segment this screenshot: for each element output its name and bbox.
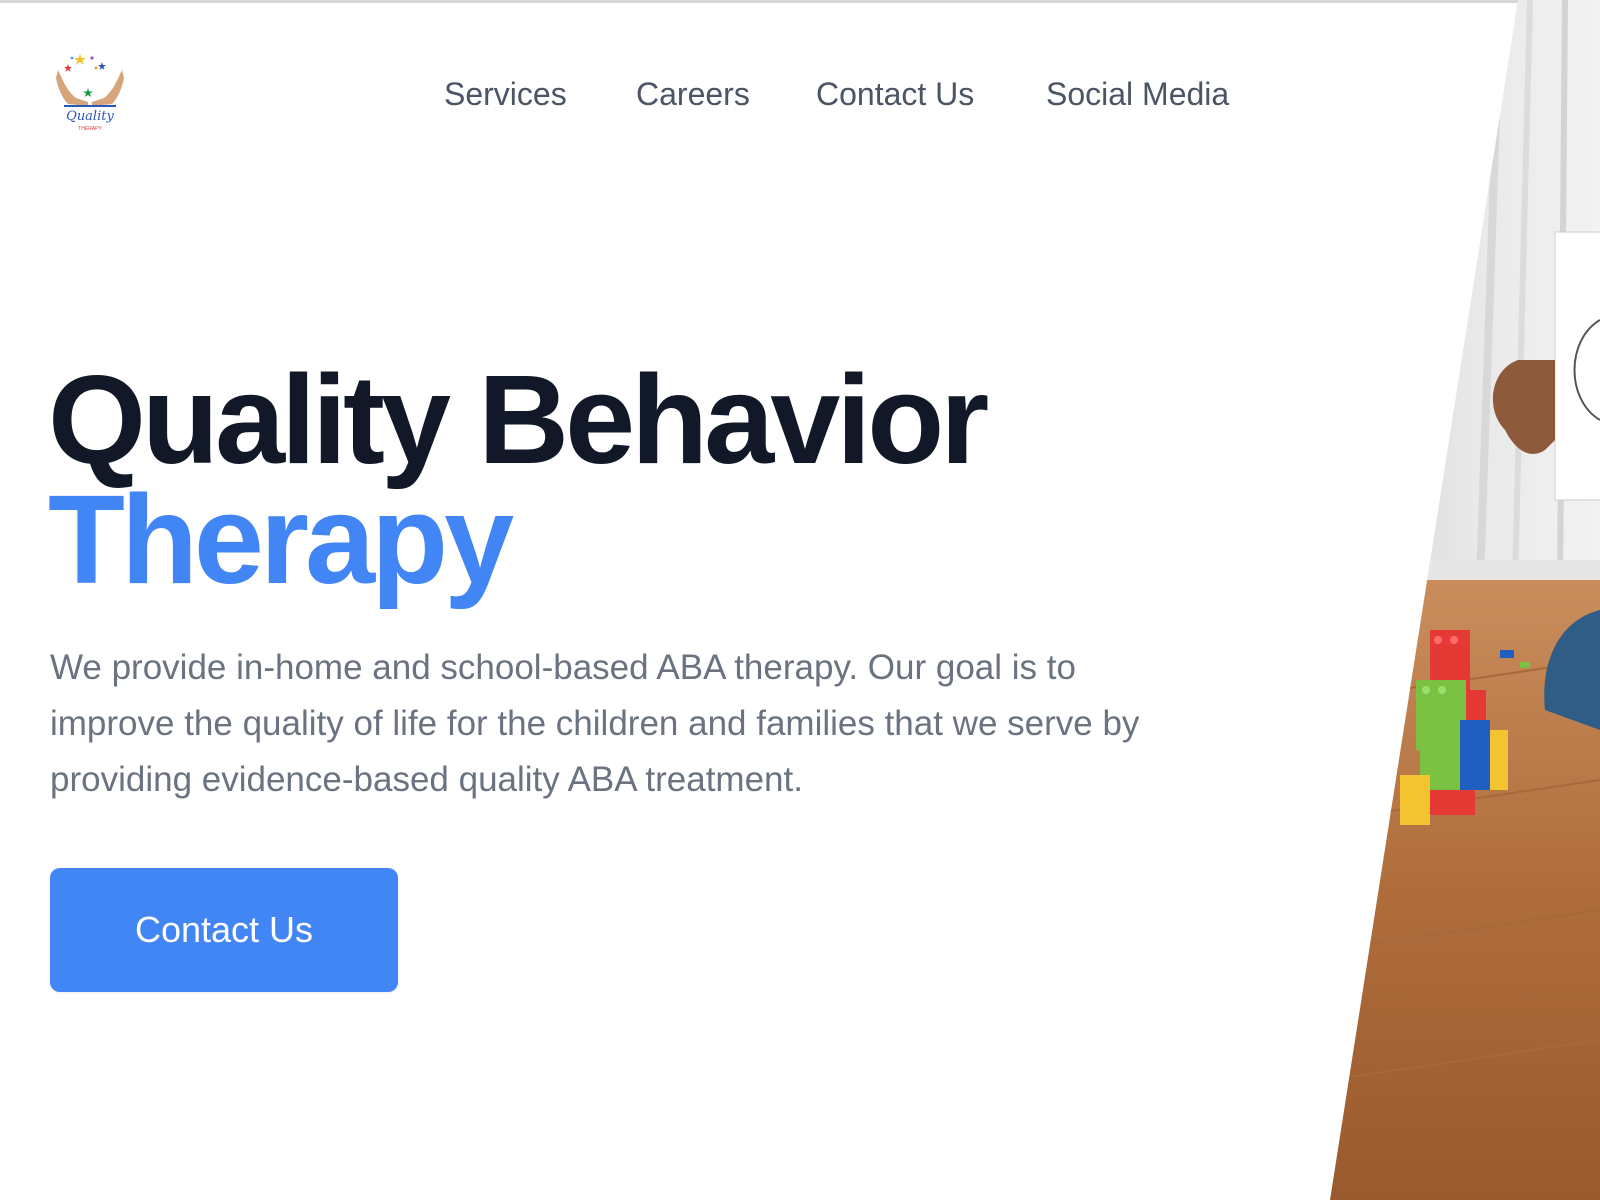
hero-description: We provide in-home and school-based ABA … [50,648,1140,799]
site-logo[interactable]: Quality THERAPY [54,50,126,134]
svg-text:THERAPY: THERAPY [78,126,102,132]
svg-text:Quality: Quality [66,109,114,124]
nav-link-services[interactable]: Services [444,72,567,116]
contact-us-button[interactable]: Contact Us [50,868,398,992]
nav-link-careers[interactable]: Careers [636,72,750,116]
nav-link-contact-us[interactable]: Contact Us [816,72,974,116]
hero-title-line-2: Therapy [48,469,514,610]
hero-photo [1330,0,1600,1200]
child-playing-photo [1330,0,1600,1200]
nav-link-social-media[interactable]: Social Media [1046,72,1229,116]
hero-title: Quality Behavior Therapy [48,349,989,610]
hero-title-line-1: Quality Behavior [48,349,989,490]
logo-hands-icon: Quality THERAPY [56,54,124,132]
